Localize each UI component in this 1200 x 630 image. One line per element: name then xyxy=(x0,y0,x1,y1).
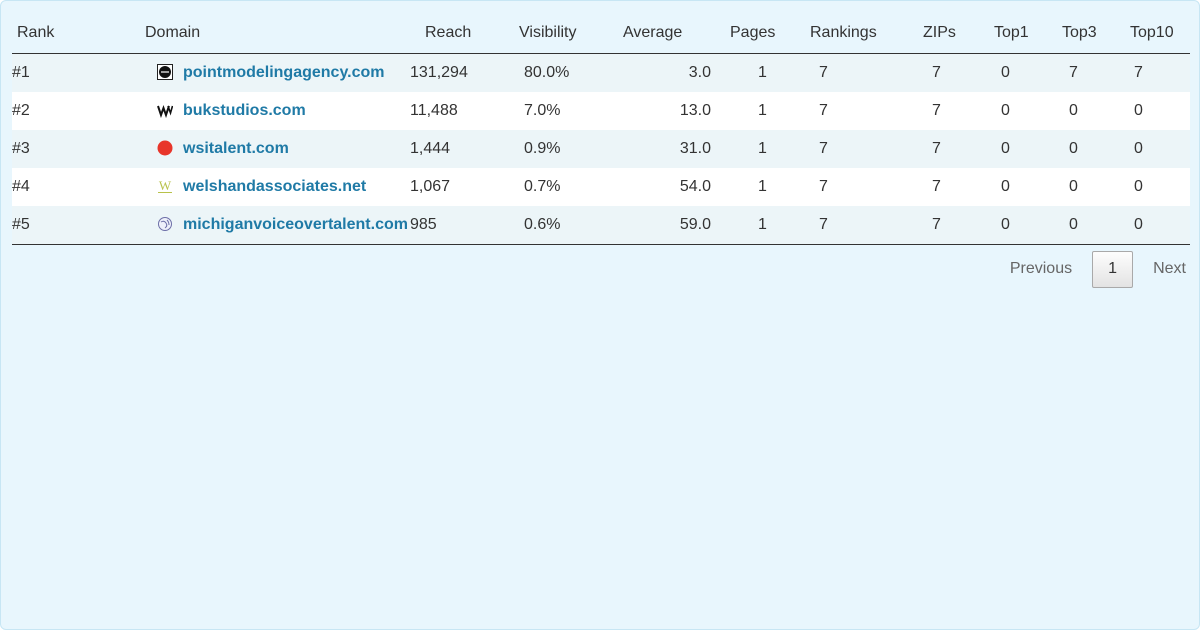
top3-cell: 0 xyxy=(1057,92,1126,130)
pages-cell: 1 xyxy=(715,53,804,92)
rankings-cell: 7 xyxy=(804,92,917,130)
average-cell: 59.0 xyxy=(620,206,715,245)
point-logo-icon xyxy=(157,63,173,80)
top10-cell: 0 xyxy=(1126,92,1190,130)
rankings-cell: 7 xyxy=(804,206,917,245)
domain-cell: W welshandassociates.net xyxy=(79,168,410,206)
header-rankings[interactable]: Rankings xyxy=(804,13,917,54)
table-row[interactable]: #5 michiganvoiceovertalent.com 985 0.6% … xyxy=(12,206,1190,245)
top10-cell: 0 xyxy=(1126,168,1190,206)
rank-cell: #3 xyxy=(12,130,79,168)
domain-cell: pointmodelingagency.com xyxy=(79,53,410,92)
header-pages[interactable]: Pages xyxy=(715,13,804,54)
pagination: Previous 1 Next xyxy=(990,249,1189,289)
top3-cell: 0 xyxy=(1057,130,1126,168)
domain-cell: bukstudios.com xyxy=(79,92,410,130)
rank-cell: #1 xyxy=(12,53,79,92)
top1-cell: 0 xyxy=(994,92,1057,130)
rankings-cell: 7 xyxy=(804,168,917,206)
pages-cell: 1 xyxy=(715,168,804,206)
header-zips[interactable]: ZIPs xyxy=(917,13,994,54)
top1-cell: 0 xyxy=(994,168,1057,206)
rank-cell: #5 xyxy=(12,206,79,245)
header-top10[interactable]: Top10 xyxy=(1126,13,1190,54)
reach-cell: 1,444 xyxy=(410,130,503,168)
rankings-cell: 7 xyxy=(804,130,917,168)
top1-cell: 0 xyxy=(994,53,1057,92)
zips-cell: 7 xyxy=(917,206,994,245)
top1-cell: 0 xyxy=(994,206,1057,245)
current-page-button[interactable]: 1 xyxy=(1092,250,1134,288)
table-header-row: Rank Domain Reach Visibility Average Pag… xyxy=(12,13,1190,54)
rankings-panel: Rank Domain Reach Visibility Average Pag… xyxy=(0,0,1200,630)
domain-link[interactable]: michiganvoiceovertalent.com xyxy=(183,216,408,233)
pages-cell: 1 xyxy=(715,206,804,245)
w-logo-icon: W xyxy=(157,178,173,194)
top3-cell: 7 xyxy=(1057,53,1126,92)
table-row[interactable]: #3 wsitalent.com 1,444 0.9% 31.0 1 7 7 0… xyxy=(12,130,1190,168)
domain-link[interactable]: wsitalent.com xyxy=(183,140,289,157)
visibility-cell: 80.0% xyxy=(503,53,620,92)
average-cell: 13.0 xyxy=(620,92,715,130)
domain-cell: wsitalent.com xyxy=(79,130,410,168)
svg-text:W: W xyxy=(159,178,172,193)
reach-cell: 131,294 xyxy=(410,53,503,92)
header-rank[interactable]: Rank xyxy=(12,13,79,54)
top10-cell: 7 xyxy=(1126,53,1190,92)
domain-link[interactable]: welshandassociates.net xyxy=(183,178,366,195)
table-row[interactable]: #1 pointmodelingagency.com 131,294 80.0%… xyxy=(12,53,1190,92)
rank-cell: #2 xyxy=(12,92,79,130)
header-domain[interactable]: Domain xyxy=(79,13,410,54)
domain-cell: michiganvoiceovertalent.com xyxy=(79,206,410,245)
globe-icon xyxy=(157,216,173,232)
reach-cell: 11,488 xyxy=(410,92,503,130)
zips-cell: 7 xyxy=(917,130,994,168)
table-row[interactable]: #4 W welshandassociates.net 1,067 0.7% 5… xyxy=(12,168,1190,206)
wix-logo-icon xyxy=(157,102,174,118)
zips-cell: 7 xyxy=(917,92,994,130)
reach-cell: 1,067 xyxy=(410,168,503,206)
domain-link[interactable]: pointmodelingagency.com xyxy=(183,64,385,81)
visibility-cell: 7.0% xyxy=(503,92,620,130)
header-average[interactable]: Average xyxy=(620,13,715,54)
visibility-cell: 0.6% xyxy=(503,206,620,245)
header-reach[interactable]: Reach xyxy=(410,13,503,54)
red-circle-icon xyxy=(157,140,173,156)
pages-cell: 1 xyxy=(715,130,804,168)
top3-cell: 0 xyxy=(1057,206,1126,245)
rank-cell: #4 xyxy=(12,168,79,206)
average-cell: 54.0 xyxy=(620,168,715,206)
rankings-cell: 7 xyxy=(804,53,917,92)
top3-cell: 0 xyxy=(1057,168,1126,206)
domain-link[interactable]: bukstudios.com xyxy=(183,102,306,119)
header-visibility[interactable]: Visibility xyxy=(503,13,620,54)
top10-cell: 0 xyxy=(1126,130,1190,168)
visibility-cell: 0.7% xyxy=(503,168,620,206)
pages-cell: 1 xyxy=(715,92,804,130)
previous-page-button[interactable]: Previous xyxy=(990,260,1092,278)
header-top3[interactable]: Top3 xyxy=(1057,13,1126,54)
visibility-cell: 0.9% xyxy=(503,130,620,168)
table-container: Rank Domain Reach Visibility Average Pag… xyxy=(12,13,1190,245)
table-row[interactable]: #2 bukstudios.com 11,488 7.0% 13.0 1 7 7… xyxy=(12,92,1190,130)
header-top1[interactable]: Top1 xyxy=(994,13,1057,54)
top1-cell: 0 xyxy=(994,130,1057,168)
domain-rankings-table: Rank Domain Reach Visibility Average Pag… xyxy=(12,13,1190,245)
average-cell: 3.0 xyxy=(620,53,715,92)
reach-cell: 985 xyxy=(410,206,503,245)
average-cell: 31.0 xyxy=(620,130,715,168)
next-page-button[interactable]: Next xyxy=(1133,260,1189,278)
zips-cell: 7 xyxy=(917,53,994,92)
top10-cell: 0 xyxy=(1126,206,1190,245)
zips-cell: 7 xyxy=(917,168,994,206)
